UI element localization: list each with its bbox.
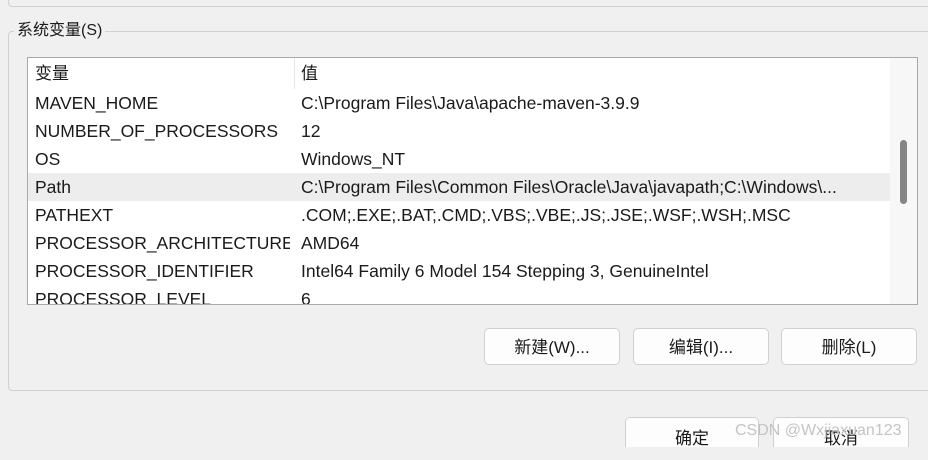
variable-name: Path [35,177,71,197]
list-header: 变量 值 [28,58,890,89]
table-row[interactable]: NUMBER_OF_PROCESSORS 12 [28,117,890,145]
upper-group-frame [8,0,928,7]
csdn-watermark: CSDN @Wxjiaxuan123 [735,422,902,439]
column-divider[interactable] [294,58,295,89]
table-row[interactable]: MAVEN_HOME C:\Program Files\Java\apache-… [28,89,890,117]
system-variables-list[interactable]: 变量 值 MAVEN_HOME C:\Program Files\Java\ap… [27,57,918,305]
variable-name: OS [35,149,61,169]
edit-button[interactable]: 编辑(I)... [633,328,769,365]
table-row[interactable]: PROCESSOR_IDENTIFIER Intel64 Family 6 Mo… [28,257,890,285]
column-header-variable[interactable]: 变量 [35,64,69,84]
variable-value: 6 [301,289,311,305]
table-row-selected[interactable]: Path C:\Program Files\Common Files\Oracl… [28,173,890,201]
variable-value: Windows_NT [301,149,406,169]
table-row[interactable]: PROCESSOR_ARCHITECTURE AMD64 [28,229,890,257]
variable-name: PROCESSOR_IDENTIFIER [35,261,254,281]
table-row[interactable]: OS Windows_NT [28,145,890,173]
variable-value: .COM;.EXE;.BAT;.CMD;.VBS;.VBE;.JS;.JSE;.… [301,205,791,225]
scrollbar-thumb[interactable] [900,140,907,204]
variable-name: MAVEN_HOME [35,93,159,113]
variable-name: PATHEXT [35,205,114,225]
variable-value: C:\Program Files\Java\apache-maven-3.9.9 [301,93,640,113]
variable-value: C:\Program Files\Common Files\Oracle\Jav… [301,177,837,197]
vertical-scrollbar[interactable] [890,58,917,304]
table-row[interactable]: PROCESSOR_LEVEL 6 [28,285,890,305]
delete-button[interactable]: 删除(L) [781,328,917,365]
system-variables-title: 系统变量(S) [14,21,106,41]
variable-value: Intel64 Family 6 Model 154 Stepping 3, G… [301,261,709,281]
list-rows: MAVEN_HOME C:\Program Files\Java\apache-… [28,89,890,305]
variable-value: AMD64 [301,233,360,253]
new-button[interactable]: 新建(W)... [484,328,620,365]
variable-name: NUMBER_OF_PROCESSORS [35,121,279,141]
table-row[interactable]: PATHEXT .COM;.EXE;.BAT;.CMD;.VBS;.VBE;.J… [28,201,890,229]
column-header-value[interactable]: 值 [301,64,318,84]
variable-name: PROCESSOR_LEVEL [35,289,212,305]
variable-name: PROCESSOR_ARCHITECTURE [35,233,290,253]
variable-value: 12 [301,121,321,141]
